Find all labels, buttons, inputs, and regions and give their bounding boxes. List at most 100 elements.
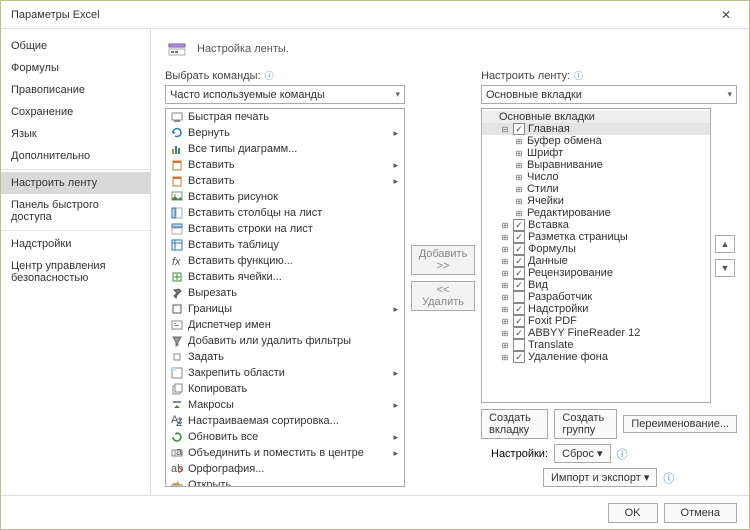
expand-icon[interactable]: ⊞ [514, 209, 524, 218]
ok-button[interactable]: OK [608, 503, 658, 523]
tree-node[interactable]: ⊞Шрифт [482, 147, 710, 159]
rename-button[interactable]: Переименование... [623, 415, 737, 433]
command-item[interactable]: abОрфография... [166, 461, 404, 477]
sidebar-item[interactable]: Общие [1, 35, 150, 57]
checkbox[interactable] [513, 279, 525, 291]
sidebar-item[interactable]: Формулы [1, 57, 150, 79]
command-item[interactable]: Вернуть▸ [166, 125, 404, 141]
info-icon[interactable]: ⓘ [663, 470, 674, 486]
new-tab-button[interactable]: Создать вкладку [481, 409, 548, 439]
expand-icon[interactable]: ⊞ [514, 137, 524, 146]
command-item[interactable]: Вставить столбцы на лист [166, 205, 404, 221]
expand-icon[interactable]: ⊞ [500, 329, 510, 338]
tree-node[interactable]: ⊞Вставка [482, 219, 710, 231]
move-down-button[interactable]: ▼ [715, 259, 735, 277]
command-item[interactable]: Открыть [166, 477, 404, 487]
command-item[interactable]: Границы▸ [166, 301, 404, 317]
expand-icon[interactable]: ⊞ [500, 245, 510, 254]
sidebar-item[interactable]: Язык [1, 123, 150, 145]
expand-icon[interactable]: ⊞ [514, 149, 524, 158]
command-item[interactable]: Вставить▸ [166, 173, 404, 189]
expand-icon[interactable]: ⊞ [500, 353, 510, 362]
info-icon[interactable]: ⓘ [574, 69, 583, 82]
command-item[interactable]: Обновить все▸ [166, 429, 404, 445]
tree-node[interactable]: ⊞Надстройки [482, 303, 710, 315]
command-item[interactable]: Задать [166, 349, 404, 365]
command-item[interactable]: Закрепить области▸ [166, 365, 404, 381]
command-item[interactable]: Вставить▸ [166, 157, 404, 173]
checkbox[interactable] [513, 219, 525, 231]
tree-node[interactable]: ⊞Выравнивание [482, 159, 710, 171]
expand-icon[interactable]: ⊞ [500, 341, 510, 350]
tree-node[interactable]: ⊞Рецензирование [482, 267, 710, 279]
tree-node[interactable]: ⊞Разработчик [482, 291, 710, 303]
remove-button[interactable]: << Удалить [411, 281, 475, 311]
tree-node[interactable]: ⊞Данные [482, 255, 710, 267]
checkbox[interactable] [513, 327, 525, 339]
sidebar-item[interactable]: Дополнительно [1, 145, 150, 167]
checkbox[interactable] [513, 243, 525, 255]
move-up-button[interactable]: ▲ [715, 235, 735, 253]
command-item[interactable]: AZНастраиваемая сортировка... [166, 413, 404, 429]
command-item[interactable]: Макросы▸ [166, 397, 404, 413]
expand-icon[interactable]: ⊞ [514, 161, 524, 170]
cancel-button[interactable]: Отмена [664, 503, 737, 523]
close-icon[interactable]: ✕ [711, 8, 741, 22]
command-item[interactable]: Все типы диаграмм... [166, 141, 404, 157]
expand-icon[interactable]: ⊞ [500, 257, 510, 266]
checkbox[interactable] [513, 351, 525, 363]
command-item[interactable]: Диспетчер имен [166, 317, 404, 333]
expand-icon[interactable]: ⊟ [500, 125, 510, 134]
tree-node[interactable]: ⊞Редактирование [482, 207, 710, 219]
sidebar-item[interactable]: Панель быстрого доступа [1, 194, 150, 228]
tree-node[interactable]: ⊞ABBYY FineReader 12 [482, 327, 710, 339]
expand-icon[interactable]: ⊞ [500, 269, 510, 278]
expand-icon[interactable]: ⊞ [500, 305, 510, 314]
expand-icon[interactable]: ⊞ [514, 173, 524, 182]
checkbox[interactable] [513, 255, 525, 267]
expand-icon[interactable]: ⊞ [514, 185, 524, 194]
tree-node[interactable]: ⊞Буфер обмена [482, 135, 710, 147]
checkbox[interactable] [513, 267, 525, 279]
command-item[interactable]: Добавить или удалить фильтры [166, 333, 404, 349]
command-item[interactable]: Быстрая печать [166, 109, 404, 125]
tree-node[interactable]: ⊞Ячейки [482, 195, 710, 207]
tree-node[interactable]: ⊞Foxit PDF [482, 315, 710, 327]
command-item[interactable]: Вставить таблицу [166, 237, 404, 253]
checkbox[interactable] [513, 123, 525, 135]
command-item[interactable]: Вставить ячейки... [166, 269, 404, 285]
checkbox[interactable] [513, 303, 525, 315]
add-button[interactable]: Добавить >> [411, 245, 475, 275]
commands-listbox[interactable]: Быстрая печатьВернуть▸Все типы диаграмм.… [165, 108, 405, 487]
tree-node[interactable]: ⊟Главная [482, 123, 710, 135]
expand-icon[interactable]: ⊞ [514, 197, 524, 206]
tree-node[interactable]: ⊞Число [482, 171, 710, 183]
sidebar-item[interactable]: Настроить ленту [1, 172, 150, 194]
customize-ribbon-select[interactable]: Основные вкладки▾ [481, 85, 737, 104]
command-item[interactable]: Вставить строки на лист [166, 221, 404, 237]
info-icon[interactable]: ⓘ [617, 446, 628, 462]
tree-node[interactable]: ⊞Формулы [482, 243, 710, 255]
command-item[interactable]: aОбъединить и поместить в центре▸ [166, 445, 404, 461]
checkbox[interactable] [513, 315, 525, 327]
new-group-button[interactable]: Создать группу [554, 409, 617, 439]
command-item[interactable]: Вставить рисунок [166, 189, 404, 205]
expand-icon[interactable]: ⊞ [500, 293, 510, 302]
reset-button[interactable]: Сброс ▾ [554, 444, 611, 463]
ribbon-tree[interactable]: Основные вкладки⊟Главная⊞Буфер обмена⊞Шр… [481, 108, 711, 403]
expand-icon[interactable]: ⊞ [500, 221, 510, 230]
expand-icon[interactable]: ⊞ [500, 317, 510, 326]
sidebar-item[interactable]: Надстройки [1, 233, 150, 255]
checkbox[interactable] [513, 339, 525, 351]
tree-node[interactable]: ⊞Стили [482, 183, 710, 195]
choose-commands-select[interactable]: Часто используемые команды▾ [165, 85, 405, 104]
expand-icon[interactable]: ⊞ [500, 281, 510, 290]
sidebar-item[interactable]: Сохранение [1, 101, 150, 123]
command-item[interactable]: Копировать [166, 381, 404, 397]
tree-header[interactable]: Основные вкладки [482, 111, 710, 123]
tree-node[interactable]: ⊞Удаление фона [482, 351, 710, 363]
tree-node[interactable]: ⊞Вид [482, 279, 710, 291]
command-item[interactable]: Вырезать [166, 285, 404, 301]
tree-node[interactable]: ⊞Разметка страницы [482, 231, 710, 243]
sidebar-item[interactable]: Правописание [1, 79, 150, 101]
